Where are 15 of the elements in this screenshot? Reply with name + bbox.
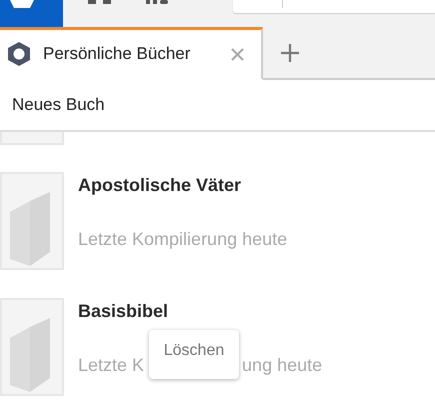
book-cover[interactable] <box>0 172 64 270</box>
book-title[interactable]: Apostolische Väter <box>78 175 288 196</box>
book-status: Letzte K <box>78 355 144 376</box>
close-icon[interactable] <box>231 48 244 60</box>
logo-icon <box>10 0 34 8</box>
new-book-link[interactable]: Neues Buch <box>12 95 105 115</box>
tab[interactable]: Persönliche Bücher <box>0 27 263 80</box>
add-tab-icon[interactable] <box>281 44 299 62</box>
logo-tile[interactable] <box>0 0 63 27</box>
tooltip: Löschen <box>149 330 239 379</box>
book-cover[interactable] <box>0 298 64 396</box>
book-status: Letzte Kompilierung heute <box>78 229 288 250</box>
hexagon-icon <box>7 41 31 67</box>
book-status: ung heute <box>242 355 322 376</box>
book-title[interactable]: Basisbibel <box>78 301 322 322</box>
